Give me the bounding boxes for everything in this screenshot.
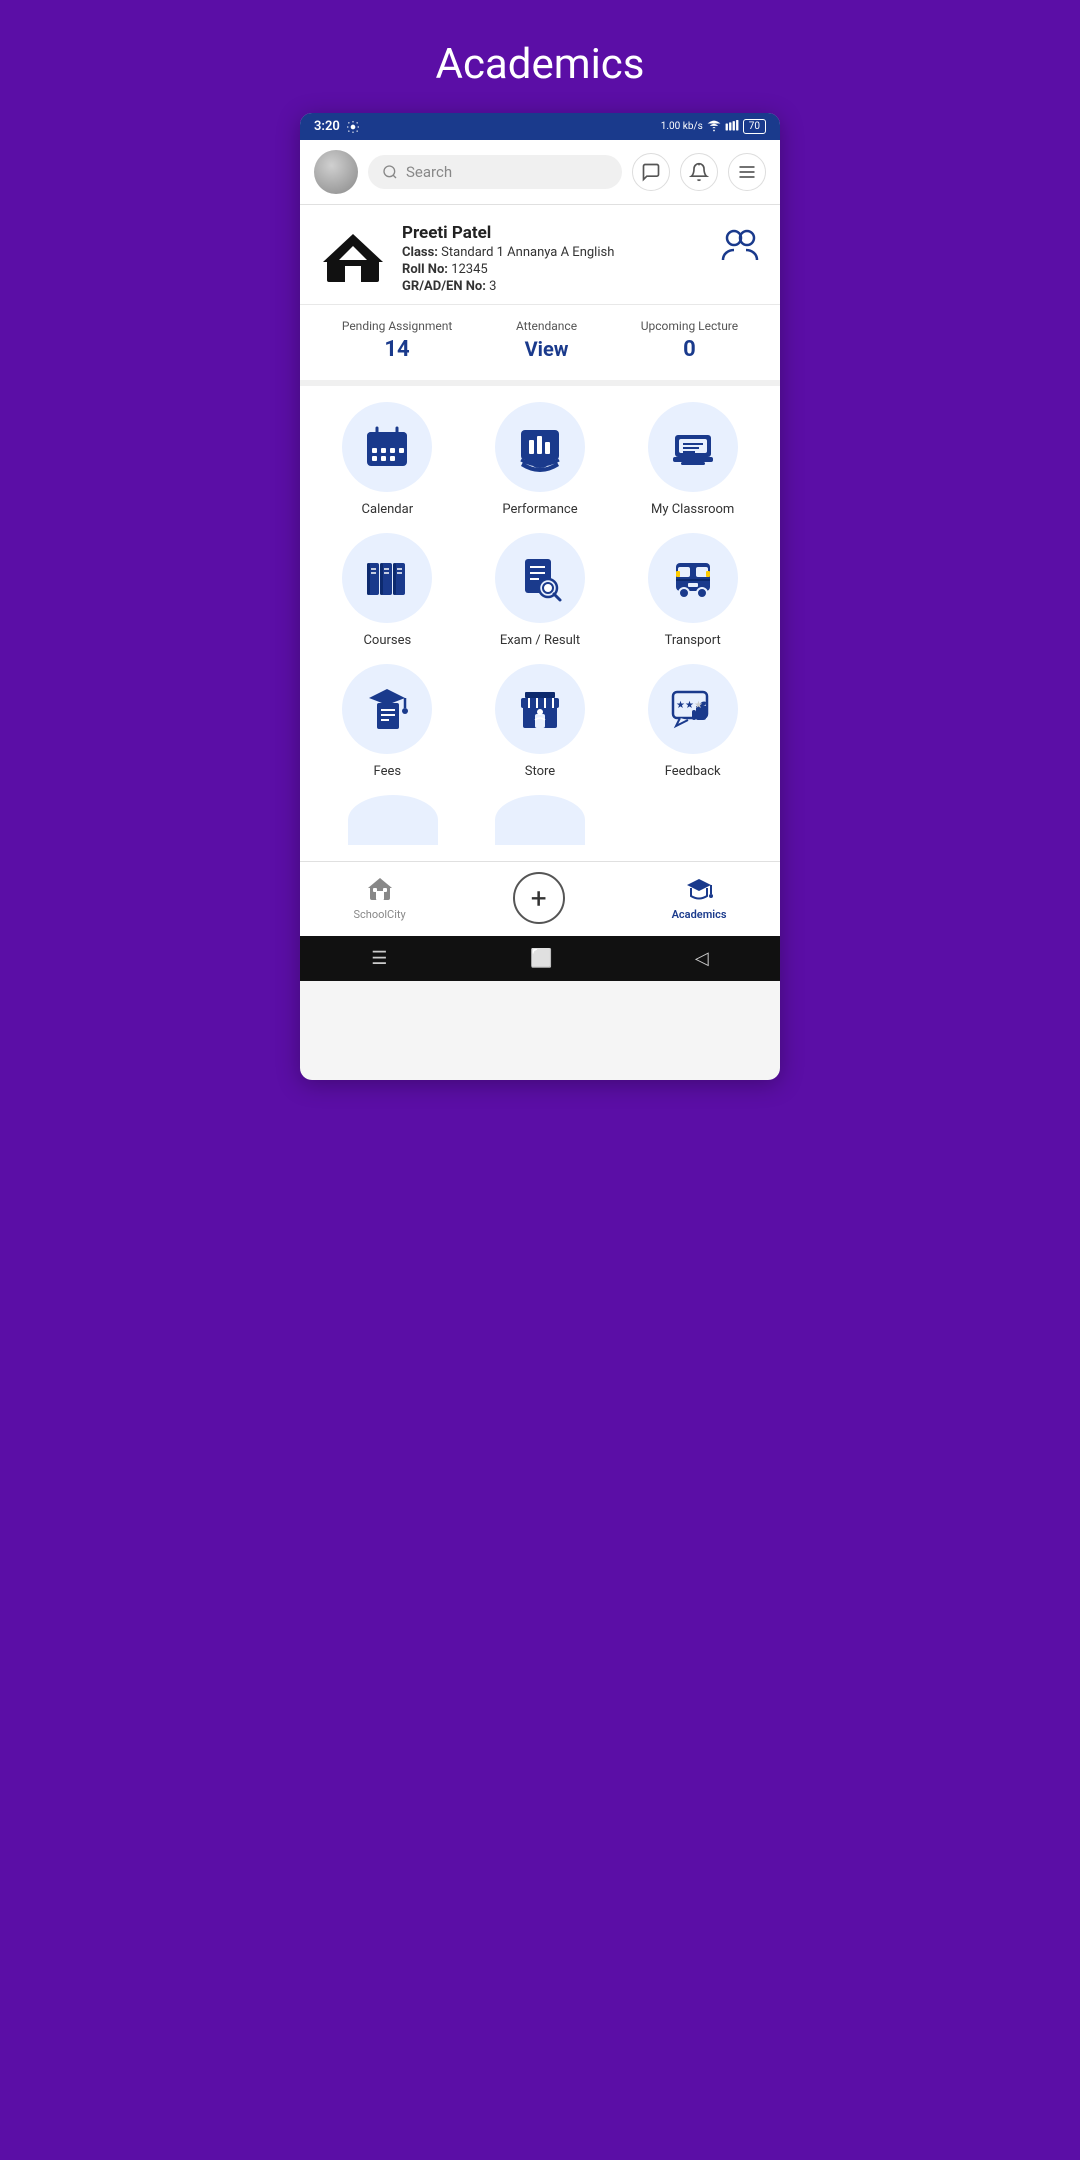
- attendance-value: View: [516, 337, 577, 361]
- calendar-icon-circle: [342, 402, 432, 492]
- performance-label: Performance: [502, 502, 577, 517]
- nav-schoolcity[interactable]: SchoolCity: [353, 876, 405, 921]
- android-home[interactable]: ⬜: [530, 948, 552, 969]
- grid-item-exam-result[interactable]: Exam / Result: [467, 533, 614, 648]
- student-gr: GR/AD/EN No: 3: [402, 279, 704, 294]
- school-logo: [318, 223, 388, 293]
- fees-label: Fees: [374, 764, 402, 779]
- attendance-label: Attendance: [516, 319, 577, 333]
- android-back[interactable]: ◁: [695, 948, 709, 969]
- student-roll: Roll No: 12345: [402, 262, 704, 277]
- search-icon: [382, 164, 398, 180]
- pending-value: 14: [342, 337, 452, 362]
- menu-button[interactable]: [728, 153, 766, 191]
- search-bar[interactable]: Search: [368, 155, 622, 189]
- my-classroom-label: My Classroom: [651, 502, 734, 517]
- feedback-label: Feedback: [665, 764, 721, 779]
- nav-add-button[interactable]: +: [513, 872, 565, 924]
- app-header: Search: [300, 140, 780, 205]
- feedback-icon-circle: ★ ★ ★: [648, 664, 738, 754]
- partial-icon-1: [348, 795, 438, 845]
- grid-item-calendar[interactable]: Calendar: [314, 402, 461, 517]
- android-menu[interactable]: ☰: [371, 948, 387, 969]
- search-placeholder: Search: [406, 163, 452, 181]
- stat-pending: Pending Assignment 14: [342, 319, 452, 362]
- nav-academics-label: Academics: [672, 908, 727, 921]
- page-title: Academics: [270, 0, 810, 113]
- store-icon-circle: [495, 664, 585, 754]
- pending-label: Pending Assignment: [342, 319, 452, 333]
- status-bar: 3:20 1.00 kb/s 70: [300, 113, 780, 140]
- grid-item-fees[interactable]: Fees: [314, 664, 461, 779]
- stats-row: Pending Assignment 14 Attendance View Up…: [300, 305, 780, 386]
- profile-section: Preeti Patel Class: Standard 1 Annanya A…: [300, 205, 780, 305]
- transport-label: Transport: [665, 633, 721, 648]
- icon-grid-section: Calendar: [300, 386, 780, 861]
- partial-icon-2: [495, 795, 585, 845]
- student-name: Preeti Patel: [402, 223, 704, 243]
- phone-frame: 3:20 1.00 kb/s 70 Search: [300, 113, 780, 1080]
- stat-attendance[interactable]: Attendance View: [516, 319, 577, 362]
- notifications-button[interactable]: [680, 153, 718, 191]
- grid-item-courses[interactable]: Courses: [314, 533, 461, 648]
- android-nav: ☰ ⬜ ◁: [300, 936, 780, 981]
- exam-result-icon-circle: [495, 533, 585, 623]
- grid-item-my-classroom[interactable]: My Classroom: [619, 402, 766, 517]
- bottom-nav: SchoolCity + Academics: [300, 861, 780, 936]
- transport-icon-circle: [648, 533, 738, 623]
- store-label: Store: [525, 764, 555, 779]
- lecture-value: 0: [641, 337, 738, 362]
- nav-academics[interactable]: Academics: [672, 876, 727, 921]
- grid-item-transport[interactable]: Transport: [619, 533, 766, 648]
- grid-item-performance[interactable]: Performance: [467, 402, 614, 517]
- svg-text:★: ★: [685, 700, 694, 711]
- lecture-label: Upcoming Lecture: [641, 319, 738, 333]
- header-icons: [632, 153, 766, 191]
- stat-lecture: Upcoming Lecture 0: [641, 319, 738, 362]
- grid-item-feedback[interactable]: ★ ★ ★ Feedback: [619, 664, 766, 779]
- status-icons: 1.00 kb/s 70: [661, 119, 766, 134]
- courses-icon-circle: [342, 533, 432, 623]
- exam-result-label: Exam / Result: [500, 633, 580, 648]
- nav-schoolcity-label: SchoolCity: [353, 908, 405, 921]
- icon-grid: Calendar: [310, 402, 770, 779]
- svg-text:★: ★: [694, 700, 703, 711]
- messages-button[interactable]: [632, 153, 670, 191]
- fees-icon-circle: [342, 664, 432, 754]
- avatar: [314, 150, 358, 194]
- performance-icon-circle: [495, 402, 585, 492]
- svg-text:★: ★: [676, 700, 685, 711]
- my-classroom-icon-circle: [648, 402, 738, 492]
- profile-icon: [718, 223, 762, 267]
- courses-label: Courses: [363, 633, 411, 648]
- partial-icons-row: [310, 779, 770, 845]
- student-class: Class: Standard 1 Annanya A English: [402, 245, 704, 260]
- profile-info: Preeti Patel Class: Standard 1 Annanya A…: [402, 223, 704, 294]
- status-time: 3:20: [314, 119, 360, 134]
- calendar-label: Calendar: [362, 502, 414, 517]
- grid-item-store[interactable]: Store: [467, 664, 614, 779]
